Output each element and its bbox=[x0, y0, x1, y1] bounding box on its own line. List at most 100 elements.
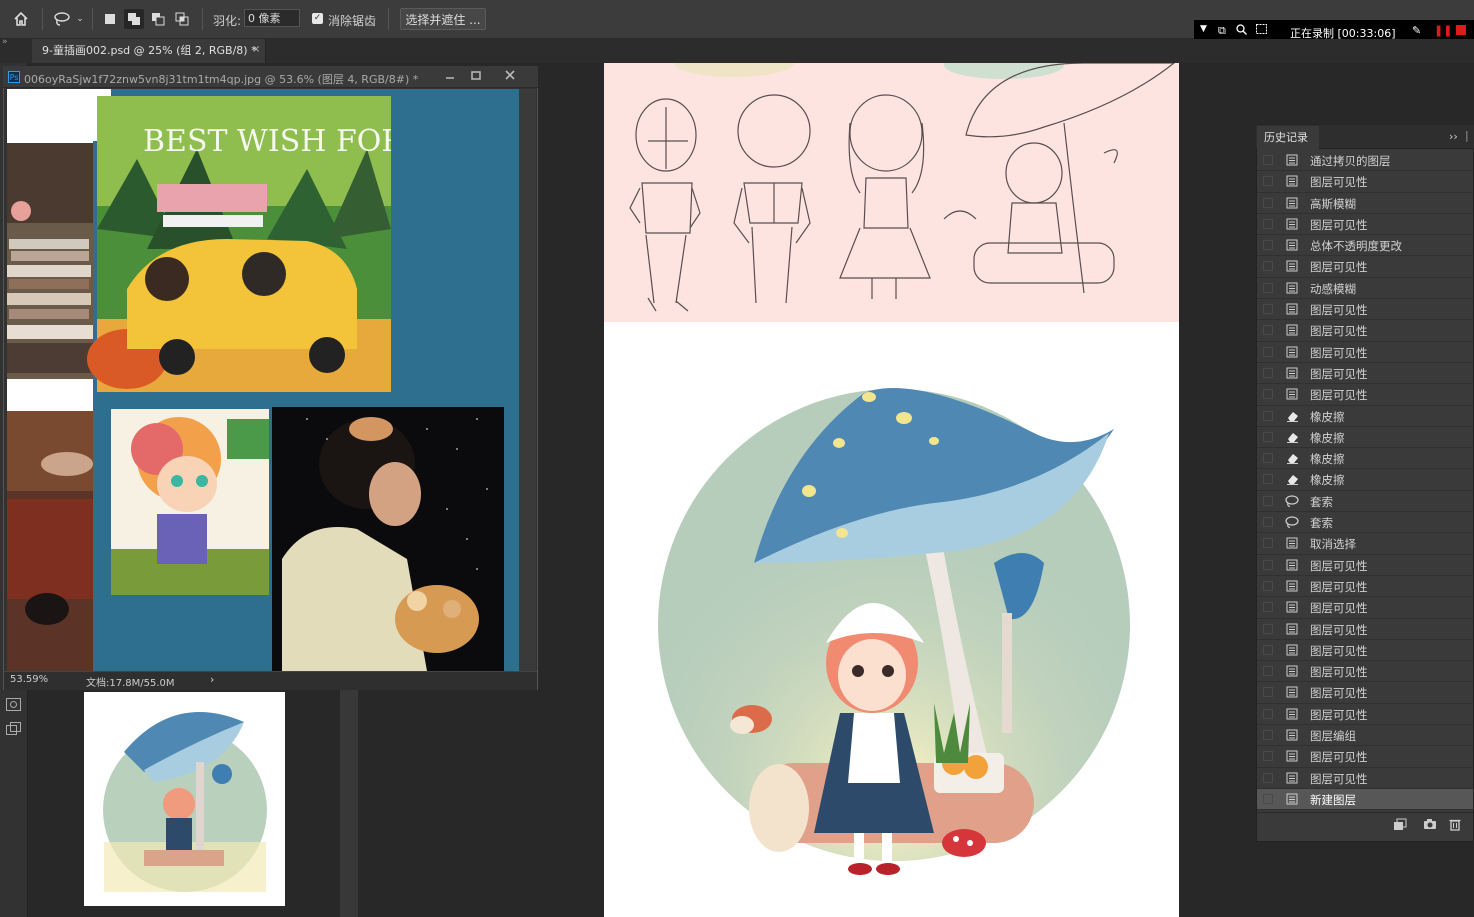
history-snapshot-checkbox[interactable] bbox=[1263, 155, 1273, 165]
history-item[interactable]: 图层可见性 bbox=[1257, 214, 1473, 236]
screen-mode-icon[interactable] bbox=[6, 722, 21, 738]
history-snapshot-checkbox[interactable] bbox=[1263, 389, 1273, 400]
history-snapshot-checkbox[interactable] bbox=[1263, 304, 1273, 315]
subtract-selection-icon[interactable] bbox=[148, 9, 168, 29]
chevron-down-icon[interactable]: ⌄ bbox=[70, 9, 90, 29]
lasso-icon bbox=[1285, 515, 1299, 529]
history-item[interactable]: 橡皮擦 bbox=[1257, 406, 1473, 427]
add-to-selection-icon[interactable] bbox=[124, 9, 144, 29]
history-item[interactable]: 图层可见性 bbox=[1257, 768, 1473, 789]
history-snapshot-checkbox[interactable] bbox=[1263, 751, 1273, 762]
history-snapshot-checkbox[interactable] bbox=[1263, 325, 1273, 336]
history-item[interactable]: 图层可见性 bbox=[1257, 619, 1473, 640]
document-tab[interactable]: 9-童插画002.psd @ 25% (组 2, RGB/8) * bbox=[32, 39, 266, 63]
history-item[interactable]: 图层可见性 bbox=[1257, 171, 1473, 193]
history-snapshot-checkbox[interactable] bbox=[1263, 687, 1273, 698]
history-item[interactable]: 图层编组 bbox=[1257, 725, 1473, 747]
history-item[interactable]: 高斯模糊 bbox=[1257, 193, 1473, 214]
history-item[interactable]: 套索 bbox=[1257, 491, 1473, 513]
history-item[interactable]: 图层可见性 bbox=[1257, 576, 1473, 598]
panel-menu-icon[interactable]: | bbox=[1465, 129, 1469, 142]
history-snapshot-checkbox[interactable] bbox=[1263, 580, 1273, 591]
history-snapshot-checkbox[interactable] bbox=[1263, 240, 1273, 251]
quick-mask-icon[interactable] bbox=[6, 698, 21, 714]
window-icon[interactable]: ⧉ bbox=[1218, 24, 1226, 38]
history-item[interactable]: 通过拷贝的图层 bbox=[1257, 150, 1473, 172]
history-item[interactable]: 图层可见性 bbox=[1257, 384, 1473, 406]
close-icon[interactable]: × bbox=[252, 44, 260, 55]
history-snapshot-checkbox[interactable] bbox=[1263, 431, 1273, 442]
history-item[interactable]: 图层可见性 bbox=[1257, 704, 1473, 726]
antialias-checkbox[interactable]: ✓ bbox=[312, 13, 323, 24]
zoom-level[interactable]: 53.59% bbox=[10, 674, 48, 685]
intersect-selection-icon[interactable] bbox=[172, 9, 192, 29]
history-snapshot-checkbox[interactable] bbox=[1263, 793, 1273, 804]
new-document-from-state-icon[interactable] bbox=[1393, 818, 1407, 834]
history-snapshot-checkbox[interactable] bbox=[1263, 602, 1273, 613]
history-snapshot-checkbox[interactable] bbox=[1263, 538, 1273, 549]
history-snapshot-checkbox[interactable] bbox=[1263, 176, 1273, 187]
status-menu-arrow[interactable]: › bbox=[210, 673, 214, 686]
history-snapshot-checkbox[interactable] bbox=[1263, 346, 1273, 357]
history-item[interactable]: 橡皮擦 bbox=[1257, 469, 1473, 491]
tab-history[interactable]: 历史记录 bbox=[1257, 126, 1319, 149]
history-snapshot-checkbox[interactable] bbox=[1263, 474, 1273, 485]
history-item[interactable]: 取消选择 bbox=[1257, 533, 1473, 555]
close-window-icon[interactable] bbox=[504, 69, 516, 81]
pen-icon[interactable]: ✎ bbox=[1412, 24, 1421, 37]
history-snapshot-checkbox[interactable] bbox=[1263, 495, 1273, 506]
history-item[interactable]: 动感模糊 bbox=[1257, 278, 1473, 300]
panel-collapse-icon[interactable]: ›› bbox=[1449, 130, 1458, 143]
floating-window-scrollbar[interactable] bbox=[519, 89, 536, 671]
history-item[interactable]: 图层可见性 bbox=[1257, 682, 1473, 704]
history-item[interactable]: 图层可见性 bbox=[1257, 363, 1473, 385]
history-snapshot-checkbox[interactable] bbox=[1263, 559, 1273, 570]
select-and-mask-button[interactable]: 选择并遮住 ... bbox=[400, 8, 486, 30]
history-snapshot-checkbox[interactable] bbox=[1263, 197, 1273, 208]
history-item[interactable]: 图层可见性 bbox=[1257, 661, 1473, 683]
minimize-icon[interactable] bbox=[444, 70, 456, 82]
history-item[interactable]: 橡皮擦 bbox=[1257, 448, 1473, 470]
history-snapshot-checkbox[interactable] bbox=[1263, 623, 1273, 634]
pause-icon[interactable]: ❚❚ bbox=[1434, 24, 1452, 37]
history-snapshot-checkbox[interactable] bbox=[1263, 708, 1273, 719]
history-item[interactable]: 图层可见性 bbox=[1257, 320, 1473, 342]
history-item[interactable]: 总体不透明度更改 bbox=[1257, 235, 1473, 257]
history-snapshot-checkbox[interactable] bbox=[1263, 367, 1273, 378]
lasso-tool-icon[interactable] bbox=[52, 9, 72, 29]
history-snapshot-checkbox[interactable] bbox=[1263, 218, 1273, 229]
feather-input[interactable] bbox=[244, 9, 300, 27]
floating-window-canvas[interactable]: BEST WISH FOR YOU bbox=[7, 89, 519, 671]
history-snapshot-checkbox[interactable] bbox=[1263, 666, 1273, 677]
history-item[interactable]: 橡皮擦 bbox=[1257, 427, 1473, 449]
history-item[interactable]: 套索 bbox=[1257, 512, 1473, 534]
history-item[interactable]: 图层可见性 bbox=[1257, 342, 1473, 363]
trash-icon[interactable] bbox=[1449, 818, 1461, 834]
maximize-icon[interactable] bbox=[470, 70, 482, 82]
dropdown-arrow-icon[interactable]: ▼ bbox=[1200, 24, 1207, 34]
history-snapshot-checkbox[interactable] bbox=[1263, 517, 1273, 528]
home-icon[interactable] bbox=[11, 9, 31, 29]
camera-icon[interactable] bbox=[1423, 818, 1437, 833]
history-item[interactable]: 图层可见性 bbox=[1257, 299, 1473, 321]
history-item[interactable]: 图层可见性 bbox=[1257, 640, 1473, 662]
history-snapshot-checkbox[interactable] bbox=[1263, 730, 1273, 741]
history-item[interactable]: 图层可见性 bbox=[1257, 746, 1473, 768]
new-selection-icon[interactable] bbox=[100, 9, 120, 29]
history-item[interactable]: 图层可见性 bbox=[1257, 555, 1473, 576]
main-document-canvas[interactable] bbox=[604, 63, 1179, 917]
history-snapshot-checkbox[interactable] bbox=[1263, 644, 1273, 655]
history-item[interactable]: 图层可见性 bbox=[1257, 256, 1473, 278]
history-item[interactable]: 新建图层 bbox=[1257, 788, 1473, 811]
history-snapshot-checkbox[interactable] bbox=[1263, 282, 1273, 293]
history-item[interactable]: 图层可见性 bbox=[1257, 597, 1473, 619]
history-snapshot-checkbox[interactable] bbox=[1263, 453, 1273, 464]
region-icon[interactable] bbox=[1256, 24, 1267, 37]
navigator-thumbnail[interactable] bbox=[84, 692, 285, 906]
history-snapshot-checkbox[interactable] bbox=[1263, 261, 1273, 272]
zoom-icon[interactable] bbox=[1236, 24, 1247, 38]
stop-icon[interactable] bbox=[1456, 25, 1466, 38]
history-snapshot-checkbox[interactable] bbox=[1263, 772, 1273, 783]
history-snapshot-checkbox[interactable] bbox=[1263, 410, 1273, 421]
panel-expand-icon[interactable]: » bbox=[2, 37, 8, 47]
